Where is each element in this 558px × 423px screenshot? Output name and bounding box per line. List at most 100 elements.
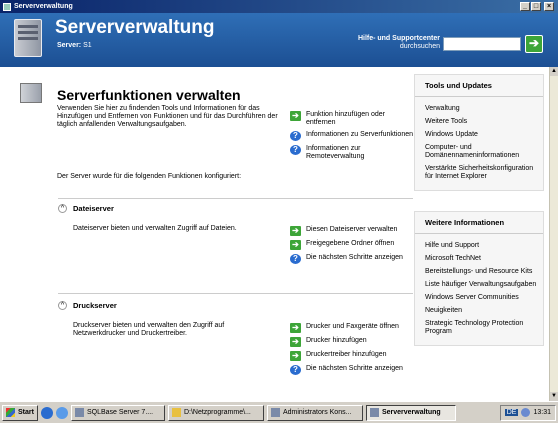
title-bar[interactable]: Serververwaltung _ □ ×	[0, 0, 558, 13]
config-text: Der Server wurde für die folgenden Funkt…	[57, 173, 242, 180]
server-icon	[14, 19, 42, 57]
search-input[interactable]	[443, 37, 521, 51]
section-divider	[58, 293, 413, 294]
task-label: Informationen zur Remoteverwaltung	[306, 145, 365, 160]
main-task-list: ➔ Funktion hinzufügen oder entfernen ? Inf…	[290, 111, 415, 165]
link-stpp[interactable]: Strategic Technology Protection Program	[425, 320, 537, 336]
start-label: Start	[18, 409, 34, 416]
taskbar-item-label: SQLBase Server 7....	[86, 409, 154, 416]
taskbar-item-label: Serververwaltung	[381, 409, 441, 416]
info-icon: ?	[290, 365, 301, 375]
taskbar: Start SQLBase Server 7.... D:\Netzprogra…	[0, 401, 558, 423]
task-add-remove-role[interactable]: ➔ Funktion hinzufügen oder entfernen	[290, 111, 415, 127]
server-value: S1	[83, 42, 92, 49]
section-header-printserver[interactable]: ^ Druckserver	[58, 301, 117, 310]
server-management-window: Serververwaltung _ □ × Serververwaltung …	[0, 0, 558, 423]
section-description: Druckserver bieten und verwalten den Zug…	[73, 322, 225, 337]
close-button[interactable]: ×	[544, 2, 554, 11]
task-remote-admin-info[interactable]: ? Informationen zur Remoteverwaltung	[290, 145, 415, 161]
go-arrow-icon: ➔	[290, 337, 301, 347]
folder-icon	[171, 408, 181, 417]
task-add-printer-driver[interactable]: ➔ Druckertreiber hinzufügen	[290, 351, 415, 361]
section-header-fileserver[interactable]: ^ Dateiserver	[58, 204, 114, 213]
help-search-link[interactable]: Hilfe- und Supportcenter durchsuchen	[330, 35, 440, 51]
maximize-button[interactable]: □	[531, 2, 541, 11]
task-label: Drucker hinzufügen	[306, 337, 367, 344]
taskbar-item-label: Administrators Kons...	[282, 409, 352, 416]
task-label: Die nächsten Schritte anzeigen	[306, 365, 403, 372]
printserver-task-list: ➔ Drucker und Faxgeräte öffnen ➔ Drucker h…	[290, 323, 415, 379]
task-next-steps[interactable]: ? Die nächsten Schritte anzeigen	[290, 365, 415, 375]
taskbar-item-explorer[interactable]: D:\Netzprogramme\...	[167, 404, 264, 421]
start-button[interactable]: Start	[2, 404, 38, 421]
task-manage-fileserver[interactable]: ➔ Diesen Dateiserver verwalten	[290, 226, 415, 236]
more-info-panel: Weitere Informationen Hilfe und Support …	[414, 211, 544, 346]
task-add-printer[interactable]: ➔ Drucker hinzufügen	[290, 337, 415, 347]
window-title: Serververwaltung	[14, 3, 73, 10]
scroll-up-icon[interactable]: ▲	[550, 67, 558, 76]
help-search-line2: durchsuchen	[399, 43, 440, 50]
section-description: Dateiserver bieten und verwalten Zugriff…	[73, 225, 237, 232]
task-label: Die nächsten Schritte anzeigen	[306, 254, 403, 261]
link-computer-domain-info[interactable]: Computer- und Domänennameninformationen	[425, 144, 537, 160]
link-technet[interactable]: Microsoft TechNet	[425, 255, 537, 263]
tools-updates-panel: Tools und Updates Verwaltung Weitere Too…	[414, 74, 544, 191]
server-roles-icon	[20, 83, 42, 103]
taskbar-item-admin-console[interactable]: Administrators Kons...	[266, 404, 363, 421]
console-icon	[270, 408, 280, 417]
info-icon: ?	[290, 145, 301, 155]
language-indicator[interactable]: DE	[504, 409, 519, 416]
taskbar-item-label: D:\Netzprogramme\...	[183, 409, 251, 416]
info-icon: ?	[290, 131, 301, 141]
task-label: Freigegebene Ordner öffnen	[306, 240, 395, 247]
link-admin-tasks[interactable]: Liste häufiger Verwaltungsaufgaben	[425, 281, 537, 289]
main-title: Serverfunktionen verwalten	[57, 87, 241, 103]
info-icon: ?	[290, 254, 301, 264]
fileserver-task-list: ➔ Diesen Dateiserver verwalten ➔ Freigegeb…	[290, 226, 415, 268]
scroll-down-icon[interactable]: ▼	[550, 392, 558, 401]
header-banner: Serververwaltung Server: S1 Hilfe- und Su…	[0, 13, 558, 67]
task-label: Druckertreiber hinzufügen	[306, 351, 387, 358]
task-label: Diesen Dateiserver verwalten	[306, 226, 398, 233]
link-administration[interactable]: Verwaltung	[425, 105, 537, 113]
desktop-icon[interactable]	[40, 406, 53, 419]
app-icon	[3, 2, 11, 11]
go-arrow-icon: ➔	[290, 226, 301, 236]
link-resource-kits[interactable]: Bereitstellungs- und Resource Kits	[425, 268, 537, 276]
minimize-button[interactable]: _	[520, 2, 530, 11]
help-search-line1: Hilfe- und Supportcenter	[357, 35, 440, 42]
link-windows-update[interactable]: Windows Update	[425, 131, 537, 139]
server-label: Server:	[57, 42, 82, 49]
task-label: Informationen zu Serverfunktionen	[306, 131, 414, 138]
task-next-steps[interactable]: ? Die nächsten Schritte anzeigen	[290, 254, 415, 264]
system-tray: DE 13:31	[499, 404, 556, 421]
task-open-shared-folders[interactable]: ➔ Freigegebene Ordner öffnen	[290, 240, 415, 250]
network-icon[interactable]	[521, 408, 531, 417]
task-open-printers[interactable]: ➔ Drucker und Faxgeräte öffnen	[290, 323, 415, 333]
intro-text: Verwenden Sie hier zu findenden Tools un…	[57, 105, 278, 128]
clock: 13:31	[533, 409, 551, 416]
link-server-communities[interactable]: Windows Server Communities	[425, 294, 537, 302]
task-role-info[interactable]: ? Informationen zu Serverfunktionen	[290, 131, 415, 141]
section-divider	[58, 198, 413, 199]
ie-icon[interactable]	[55, 406, 68, 419]
server-name: Server: S1	[57, 42, 92, 49]
go-arrow-icon[interactable]: ➔	[525, 35, 543, 53]
go-arrow-icon: ➔	[290, 111, 301, 121]
vertical-scrollbar[interactable]: ▲ ▼	[549, 67, 558, 401]
section-title: Dateiserver	[73, 204, 114, 213]
main-content: Serverfunktionen verwalten Verwenden Sie…	[0, 67, 549, 401]
go-arrow-icon: ➔	[290, 323, 301, 333]
server-icon	[369, 408, 379, 417]
go-arrow-icon: ➔	[290, 351, 301, 361]
collapse-chevron-icon[interactable]: ^	[58, 204, 67, 213]
task-label: Funktion hinzufügen oder entfernen	[306, 111, 385, 126]
link-more-tools[interactable]: Weitere Tools	[425, 118, 537, 126]
link-news[interactable]: Neuigkeiten	[425, 307, 537, 315]
taskbar-item-sqlbase[interactable]: SQLBase Server 7....	[70, 404, 165, 421]
taskbar-item-server-management[interactable]: Serververwaltung	[365, 404, 456, 421]
section-title: Druckserver	[73, 301, 117, 310]
link-ie-security-config[interactable]: Verstärkte Sicherheitskonfiguration für …	[425, 165, 537, 181]
collapse-chevron-icon[interactable]: ^	[58, 301, 67, 310]
link-help-support[interactable]: Hilfe und Support	[425, 242, 537, 250]
